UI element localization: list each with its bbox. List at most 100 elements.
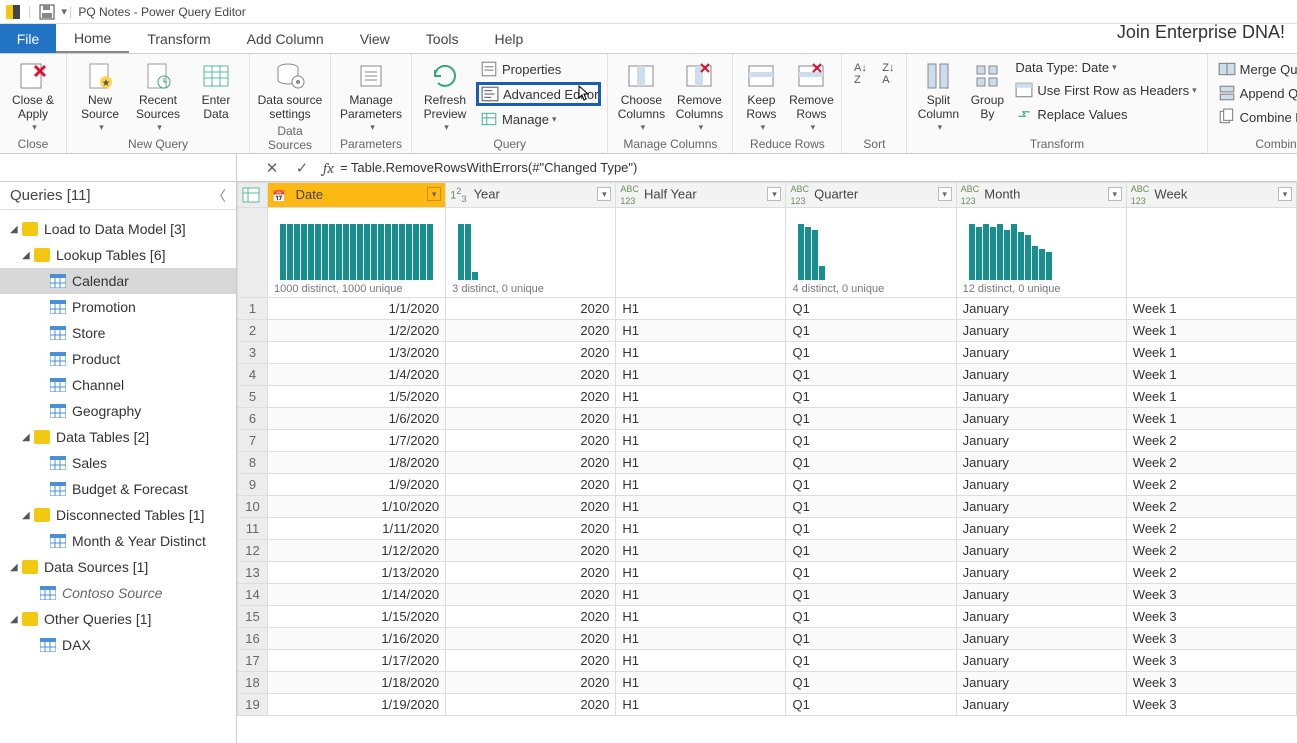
cell[interactable]: H1	[616, 606, 786, 628]
table-row[interactable]: 151/15/20202020H1Q1JanuaryWeek 3	[238, 606, 1297, 628]
cell[interactable]: 2020	[446, 408, 616, 430]
column-filter-icon[interactable]: ▾	[767, 187, 781, 201]
close-apply-button[interactable]: Close & Apply	[4, 56, 62, 132]
table-row[interactable]: 131/13/20202020H1Q1JanuaryWeek 2	[238, 562, 1297, 584]
cell[interactable]: January	[956, 584, 1126, 606]
row-number[interactable]: 11	[238, 518, 268, 540]
query-item-calendar[interactable]: Calendar	[0, 268, 236, 294]
column-filter-icon[interactable]: ▾	[938, 187, 952, 201]
group-by-button[interactable]: Group By	[965, 56, 1009, 122]
table-row[interactable]: 61/6/20202020H1Q1JanuaryWeek 1	[238, 408, 1297, 430]
cell[interactable]: Q1	[786, 408, 956, 430]
data-source-settings-button[interactable]: Data source settings	[254, 56, 326, 122]
remove-rows-button[interactable]: Remove Rows	[785, 56, 837, 132]
cell[interactable]: Q1	[786, 562, 956, 584]
cell[interactable]: Q1	[786, 430, 956, 452]
column-header-month[interactable]: ABC123 Month▾	[956, 183, 1126, 208]
advanced-editor-button[interactable]: Advanced Editor	[476, 82, 601, 106]
tab-add-column[interactable]: Add Column	[229, 24, 342, 53]
cell[interactable]: 2020	[446, 452, 616, 474]
cell[interactable]: January	[956, 364, 1126, 386]
fx-icon[interactable]: fx	[323, 159, 334, 177]
table-row[interactable]: 181/18/20202020H1Q1JanuaryWeek 3	[238, 672, 1297, 694]
row-number[interactable]: 13	[238, 562, 268, 584]
folder-lookup-tables[interactable]: ◢Lookup Tables [6]	[0, 242, 236, 268]
cell[interactable]: Week 2	[1126, 562, 1296, 584]
formula-commit-icon[interactable]: ✓	[287, 159, 317, 177]
manage-button[interactable]: Manage	[476, 108, 601, 130]
cell[interactable]: 2020	[446, 320, 616, 342]
column-header-quarter[interactable]: ABC123 Quarter▾	[786, 183, 956, 208]
replace-values-button[interactable]: Replace Values	[1011, 103, 1200, 125]
cell[interactable]: Q1	[786, 606, 956, 628]
cell[interactable]: Week 3	[1126, 650, 1296, 672]
cell[interactable]: Q1	[786, 320, 956, 342]
split-column-button[interactable]: Split Column	[911, 56, 965, 132]
formula-cancel-icon[interactable]: ✕	[257, 159, 287, 177]
cell[interactable]: Week 1	[1126, 364, 1296, 386]
cell[interactable]: 1/2/2020	[268, 320, 446, 342]
cell[interactable]: January	[956, 496, 1126, 518]
cell[interactable]: January	[956, 606, 1126, 628]
query-item-budget-forecast[interactable]: Budget & Forecast	[0, 476, 236, 502]
cell[interactable]: January	[956, 672, 1126, 694]
cell[interactable]: H1	[616, 320, 786, 342]
cell[interactable]: January	[956, 518, 1126, 540]
cell[interactable]: Q1	[786, 386, 956, 408]
cell[interactable]: Week 3	[1126, 628, 1296, 650]
folder-disconnected[interactable]: ◢Disconnected Tables [1]	[0, 502, 236, 528]
folder-data-sources[interactable]: ◢Data Sources [1]	[0, 554, 236, 580]
cell[interactable]: 1/14/2020	[268, 584, 446, 606]
table-row[interactable]: 81/8/20202020H1Q1JanuaryWeek 2	[238, 452, 1297, 474]
query-item-store[interactable]: Store	[0, 320, 236, 346]
cell[interactable]: H1	[616, 452, 786, 474]
cell[interactable]: 1/4/2020	[268, 364, 446, 386]
column-header-date[interactable]: 📅 Date▾	[268, 183, 446, 208]
cell[interactable]: 2020	[446, 650, 616, 672]
column-header-year[interactable]: 123 Year▾	[446, 183, 616, 208]
cell[interactable]: 1/15/2020	[268, 606, 446, 628]
cell[interactable]: Q1	[786, 628, 956, 650]
cell[interactable]: H1	[616, 628, 786, 650]
table-row[interactable]: 161/16/20202020H1Q1JanuaryWeek 3	[238, 628, 1297, 650]
cell[interactable]: H1	[616, 650, 786, 672]
cell[interactable]: Q1	[786, 518, 956, 540]
sort-desc-button[interactable]: Z↓A	[874, 56, 902, 86]
column-filter-icon[interactable]: ▾	[1278, 187, 1292, 201]
cell[interactable]: Week 3	[1126, 672, 1296, 694]
merge-queries-button[interactable]: Merge Queries	[1214, 58, 1297, 80]
cell[interactable]: 2020	[446, 496, 616, 518]
cell[interactable]: Week 2	[1126, 430, 1296, 452]
cell[interactable]: H1	[616, 364, 786, 386]
query-item-promotion[interactable]: Promotion	[0, 294, 236, 320]
cell[interactable]: 1/9/2020	[268, 474, 446, 496]
row-number[interactable]: 14	[238, 584, 268, 606]
tab-help[interactable]: Help	[476, 24, 541, 53]
use-first-row-button[interactable]: Use First Row as Headers	[1011, 79, 1200, 101]
table-row[interactable]: 21/2/20202020H1Q1JanuaryWeek 1	[238, 320, 1297, 342]
combine-files-button[interactable]: Combine Files	[1214, 106, 1297, 128]
cell[interactable]: 1/7/2020	[268, 430, 446, 452]
cell[interactable]: January	[956, 386, 1126, 408]
cell[interactable]: 1/13/2020	[268, 562, 446, 584]
keep-rows-button[interactable]: Keep Rows	[737, 56, 785, 132]
row-number[interactable]: 6	[238, 408, 268, 430]
row-number[interactable]: 12	[238, 540, 268, 562]
cell[interactable]: Week 1	[1126, 298, 1296, 320]
query-item-channel[interactable]: Channel	[0, 372, 236, 398]
cell[interactable]: Week 3	[1126, 694, 1296, 716]
cell[interactable]: H1	[616, 298, 786, 320]
cell[interactable]: 1/18/2020	[268, 672, 446, 694]
cell[interactable]: H1	[616, 694, 786, 716]
formula-text[interactable]: = Table.RemoveRowsWithErrors(#"Changed T…	[340, 160, 1297, 175]
tab-transform[interactable]: Transform	[129, 24, 228, 53]
table-row[interactable]: 121/12/20202020H1Q1JanuaryWeek 2	[238, 540, 1297, 562]
row-number[interactable]: 2	[238, 320, 268, 342]
row-number[interactable]: 5	[238, 386, 268, 408]
row-number[interactable]: 16	[238, 628, 268, 650]
row-number[interactable]: 4	[238, 364, 268, 386]
cell[interactable]: Week 2	[1126, 540, 1296, 562]
cell[interactable]: 1/1/2020	[268, 298, 446, 320]
cell[interactable]: Q1	[786, 452, 956, 474]
folder-load-to-model[interactable]: ◢Load to Data Model [3]	[0, 216, 236, 242]
